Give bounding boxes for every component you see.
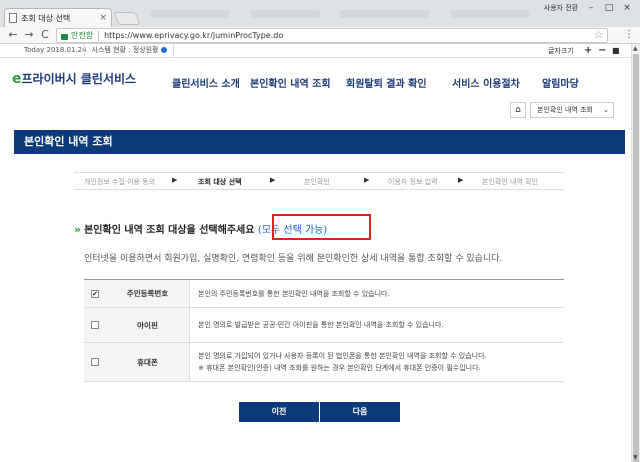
scroll-up-icon[interactable]: ▲ (633, 45, 638, 52)
option-check-cell: ✔ (84, 280, 106, 307)
background-tab[interactable] (150, 10, 230, 18)
option-desc-line: 본인 명의로 가입되어 있거나 사용자 등록이 된 법인폰을 통한 본인확인 내… (198, 352, 487, 360)
page-icon (9, 13, 17, 23)
location-select[interactable]: 본인확인 내역 조회 ⌄ (530, 102, 614, 118)
scroll-down-icon[interactable]: ▼ (633, 454, 638, 461)
checkbox-resident-number[interactable]: ✔ (91, 289, 99, 298)
prev-button[interactable]: 이전 (239, 402, 319, 422)
option-name: 아이핀 (106, 308, 190, 342)
option-desc: 본인 명의로 발급받은 공공·민간 아이핀을 통한 본인확인 내역을 조회할 수… (190, 308, 564, 342)
step-select-target: 조회 대상 선택 (198, 178, 242, 186)
option-desc-line: 본인의 주민등록번호를 통한 본인확인 내역을 조회할 수 있습니다. (198, 289, 390, 298)
nav-service-intro[interactable]: 클린서비스 소개 (172, 75, 240, 90)
option-desc: 본인 명의로 가입되어 있거나 사용자 등록이 된 법인폰을 통한 본인확인 내… (190, 343, 564, 381)
site-topbar: Today 2018.01.24 시스템 현황 : 정상원활 글자크기 + − … (0, 44, 640, 58)
minimize-button[interactable]: – (584, 2, 598, 14)
option-row-resident-number[interactable]: ✔ 주민등록번호 본인의 주민등록번호를 통한 본인확인 내역을 조회할 수 있… (84, 280, 564, 308)
option-desc-note: ※ 휴대폰 본인확인(인증) 내역 조회를 원하는 경우 본인확인 단계에서 휴… (198, 364, 481, 372)
description-text: 인터넷을 이용하면서 회원가입, 실명확인, 연령확인 등을 위해 본인확인한 … (84, 254, 503, 264)
chevron-down-icon: ⌄ (603, 106, 609, 114)
browser-menu-icon[interactable]: ⋮ (624, 29, 634, 40)
maximize-button[interactable]: □ (602, 2, 616, 14)
option-name: 휴대폰 (106, 343, 190, 381)
forward-arrow-icon[interactable]: → (22, 28, 36, 42)
nav-identity-history[interactable]: 본인확인 내역 조회 (250, 75, 331, 90)
page-scrollbar[interactable]: ▲ ▼ (631, 44, 640, 462)
option-row-mobile[interactable]: 휴대폰 본인 명의로 가입되어 있거나 사용자 등록이 된 법인폰을 통한 본인… (84, 343, 564, 382)
lock-icon (61, 33, 68, 40)
system-status[interactable]: 시스템 현황 : 정상원활 (84, 44, 174, 57)
option-check-cell (84, 343, 106, 381)
step-consent: 개인정보 수집·이용 동의 (84, 178, 156, 186)
scroll-thumb[interactable] (633, 54, 639, 462)
font-default-button[interactable]: ■ (612, 44, 620, 57)
tab-close-icon[interactable]: × (99, 13, 107, 23)
highlight-box (272, 214, 371, 240)
location-current: 본인확인 내역 조회 (537, 106, 593, 114)
next-button[interactable]: 다음 (320, 402, 400, 422)
nav-withdrawal-result[interactable]: 회원탈퇴 결과 확인 (346, 75, 427, 90)
step-arrow-icon: ▶ (364, 176, 370, 184)
option-check-cell (84, 308, 106, 342)
today-date: Today 2018.01.24 (24, 46, 87, 54)
browser-toolbar: ← → C 안전함 https://www.eprivacy.go.kr/jum… (0, 27, 640, 44)
double-chevron-icon: » (74, 223, 82, 236)
new-tab-button[interactable] (113, 12, 141, 25)
background-tab[interactable] (250, 10, 320, 18)
nav-service-procedure[interactable]: 서비스 이용절차 (452, 75, 520, 90)
step-verify: 본인확인 (304, 178, 330, 186)
font-decrease-button[interactable]: − (598, 44, 606, 57)
step-user-info: 이용자 정보 입력 (388, 178, 438, 186)
step-confirm: 본인확인 내역 확인 (482, 178, 538, 186)
bookmark-star-icon[interactable]: ☆ (594, 29, 603, 42)
location-bar: ⌂ 본인확인 내역 조회 ⌄ (0, 99, 640, 121)
step-indicator: 개인정보 수집·이용 동의 ▶ 조회 대상 선택 ▶ 본인확인 ▶ 이용자 정보… (74, 172, 564, 190)
url-text[interactable]: https://www.eprivacy.go.kr/juminProcType… (104, 31, 283, 40)
logo-e: e (12, 71, 22, 87)
browser-tab[interactable]: 조회 대상 선택 × (4, 8, 112, 27)
font-size-label: 글자크기 (548, 47, 574, 55)
options-table: ✔ 주민등록번호 본인의 주민등록번호를 통한 본인확인 내역을 조회할 수 있… (84, 279, 564, 382)
background-tab[interactable] (450, 10, 530, 18)
option-desc-line: 본인 명의로 발급받은 공공·민간 아이핀을 통한 본인확인 내역을 조회할 수… (198, 321, 444, 329)
page-title: 본인확인 내역 조회 (14, 130, 625, 154)
browser-titlebar: 조회 대상 선택 × 사용자 전환 – □ × (0, 0, 640, 27)
close-window-button[interactable]: × (620, 2, 634, 14)
step-arrow-icon: ▶ (458, 176, 464, 184)
status-dot-icon (160, 47, 167, 53)
nav-notice[interactable]: 알림마당 (542, 75, 579, 90)
divider (98, 30, 100, 41)
reload-icon[interactable]: C (38, 28, 52, 42)
logo-text: 프라이버시 클린서비스 (21, 72, 137, 86)
step-arrow-icon: ▶ (270, 176, 276, 184)
home-icon[interactable]: ⌂ (510, 102, 526, 118)
tab-title: 조회 대상 선택 (21, 13, 71, 23)
option-row-ipin[interactable]: 아이핀 본인 명의로 발급받은 공공·민간 아이핀을 통한 본인확인 내역을 조… (84, 308, 564, 343)
address-bar[interactable]: 안전함 https://www.eprivacy.go.kr/juminProc… (56, 28, 608, 43)
font-increase-button[interactable]: + (584, 44, 592, 57)
checkbox-ipin[interactable] (91, 321, 99, 329)
secure-label: 안전함 (71, 31, 94, 40)
section-heading-text: 본인확인 내역 조회 대상을 선택해주세요 (84, 225, 255, 236)
step-arrow-icon: ▶ (172, 176, 178, 184)
background-tab[interactable] (340, 10, 430, 18)
option-desc: 본인의 주민등록번호를 통한 본인확인 내역을 조회할 수 있습니다. (190, 280, 564, 307)
profile-button[interactable]: 사용자 전환 (540, 2, 582, 14)
back-arrow-icon[interactable]: ← (6, 28, 20, 42)
site-logo[interactable]: e프라이버시 클린서비스 (12, 70, 136, 87)
option-name: 주민등록번호 (106, 280, 190, 307)
system-status-text: 시스템 현황 : 정상원활 (91, 46, 159, 54)
checkbox-mobile[interactable] (91, 358, 99, 366)
